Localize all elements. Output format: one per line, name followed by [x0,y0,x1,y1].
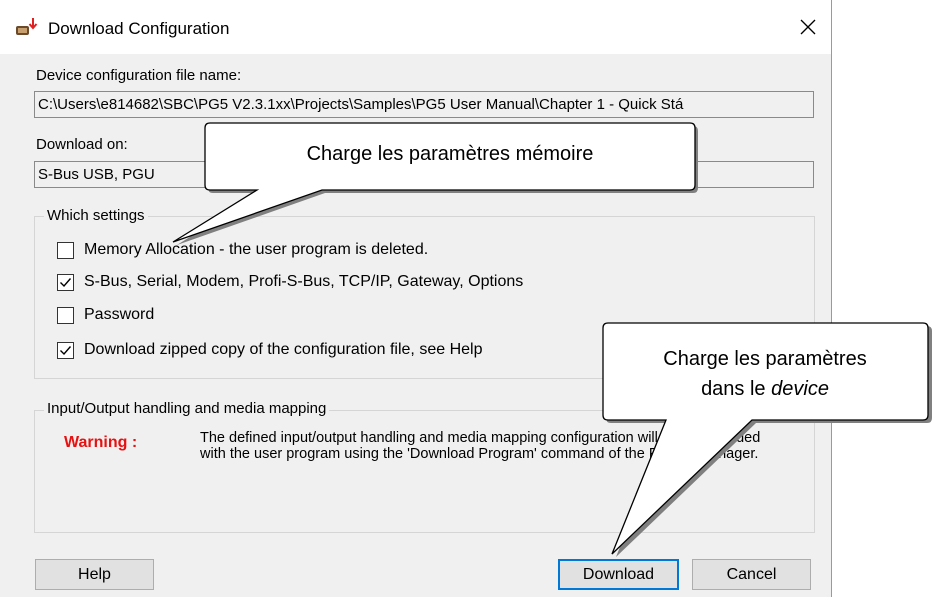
device-callout-text: Charge les paramètres dans le device [603,344,927,404]
memory-callout-text: Charge les paramètres mémoire [306,143,594,165]
callouts-overlay [172,122,932,557]
device-callout-line2-italic: device [771,378,829,400]
device-callout-line1: Charge les paramètres [663,348,867,370]
device-callout-line2-prefix: dans le [701,378,772,400]
memory-callout-bubble [172,122,696,243]
